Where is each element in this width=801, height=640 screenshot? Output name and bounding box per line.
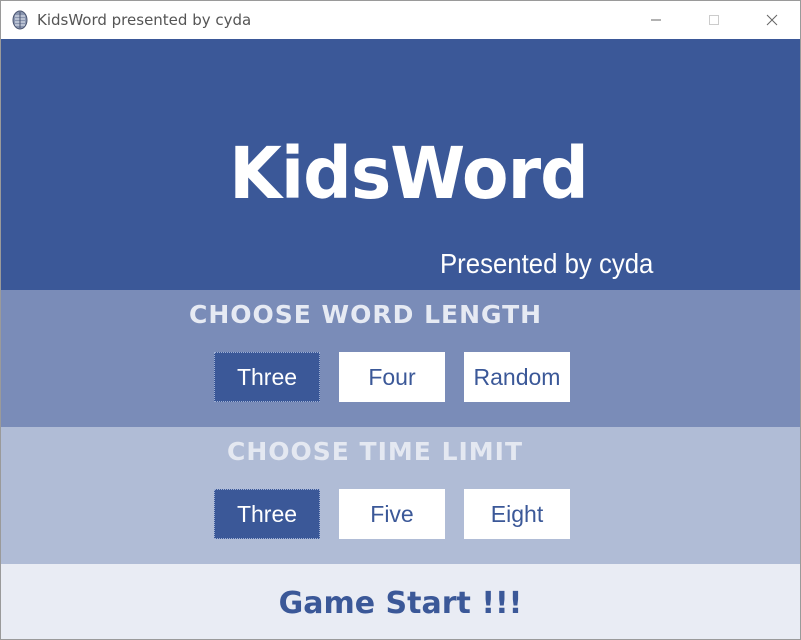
- title-bar[interactable]: KidsWord presented by cyda: [1, 1, 800, 39]
- window-title: KidsWord presented by cyda: [37, 11, 252, 29]
- header-banner: KidsWord Presented by cyda: [1, 39, 800, 290]
- word-length-heading: CHOOSE WORD LENGTH: [189, 300, 543, 329]
- time-limit-option-five[interactable]: Five: [339, 489, 445, 539]
- close-icon: [766, 14, 778, 26]
- app-subtitle: Presented by cyda: [440, 248, 654, 279]
- word-length-option-four[interactable]: Four: [339, 352, 445, 402]
- app-icon: [11, 10, 29, 30]
- app-window: KidsWord presented by cyda KidsWord Pres…: [0, 0, 801, 640]
- word-length-option-random[interactable]: Random: [464, 352, 570, 402]
- time-limit-option-eight[interactable]: Eight: [464, 489, 570, 539]
- time-limit-heading: CHOOSE TIME LIMIT: [227, 437, 524, 466]
- word-length-section: CHOOSE WORD LENGTH Three Four Random: [1, 290, 800, 427]
- time-limit-option-three[interactable]: Three: [214, 489, 320, 539]
- minimize-button[interactable]: [633, 1, 679, 39]
- time-limit-section: CHOOSE TIME LIMIT Three Five Eight: [1, 427, 800, 564]
- maximize-button[interactable]: [691, 1, 737, 39]
- app-title: KidsWord: [229, 133, 589, 216]
- minimize-icon: [651, 19, 661, 21]
- maximize-icon: [709, 15, 719, 25]
- close-button[interactable]: [749, 1, 795, 39]
- word-length-option-three[interactable]: Three: [214, 352, 320, 402]
- footer-band: Game Start !!!: [1, 564, 800, 639]
- game-start-button[interactable]: Game Start !!!: [1, 564, 800, 639]
